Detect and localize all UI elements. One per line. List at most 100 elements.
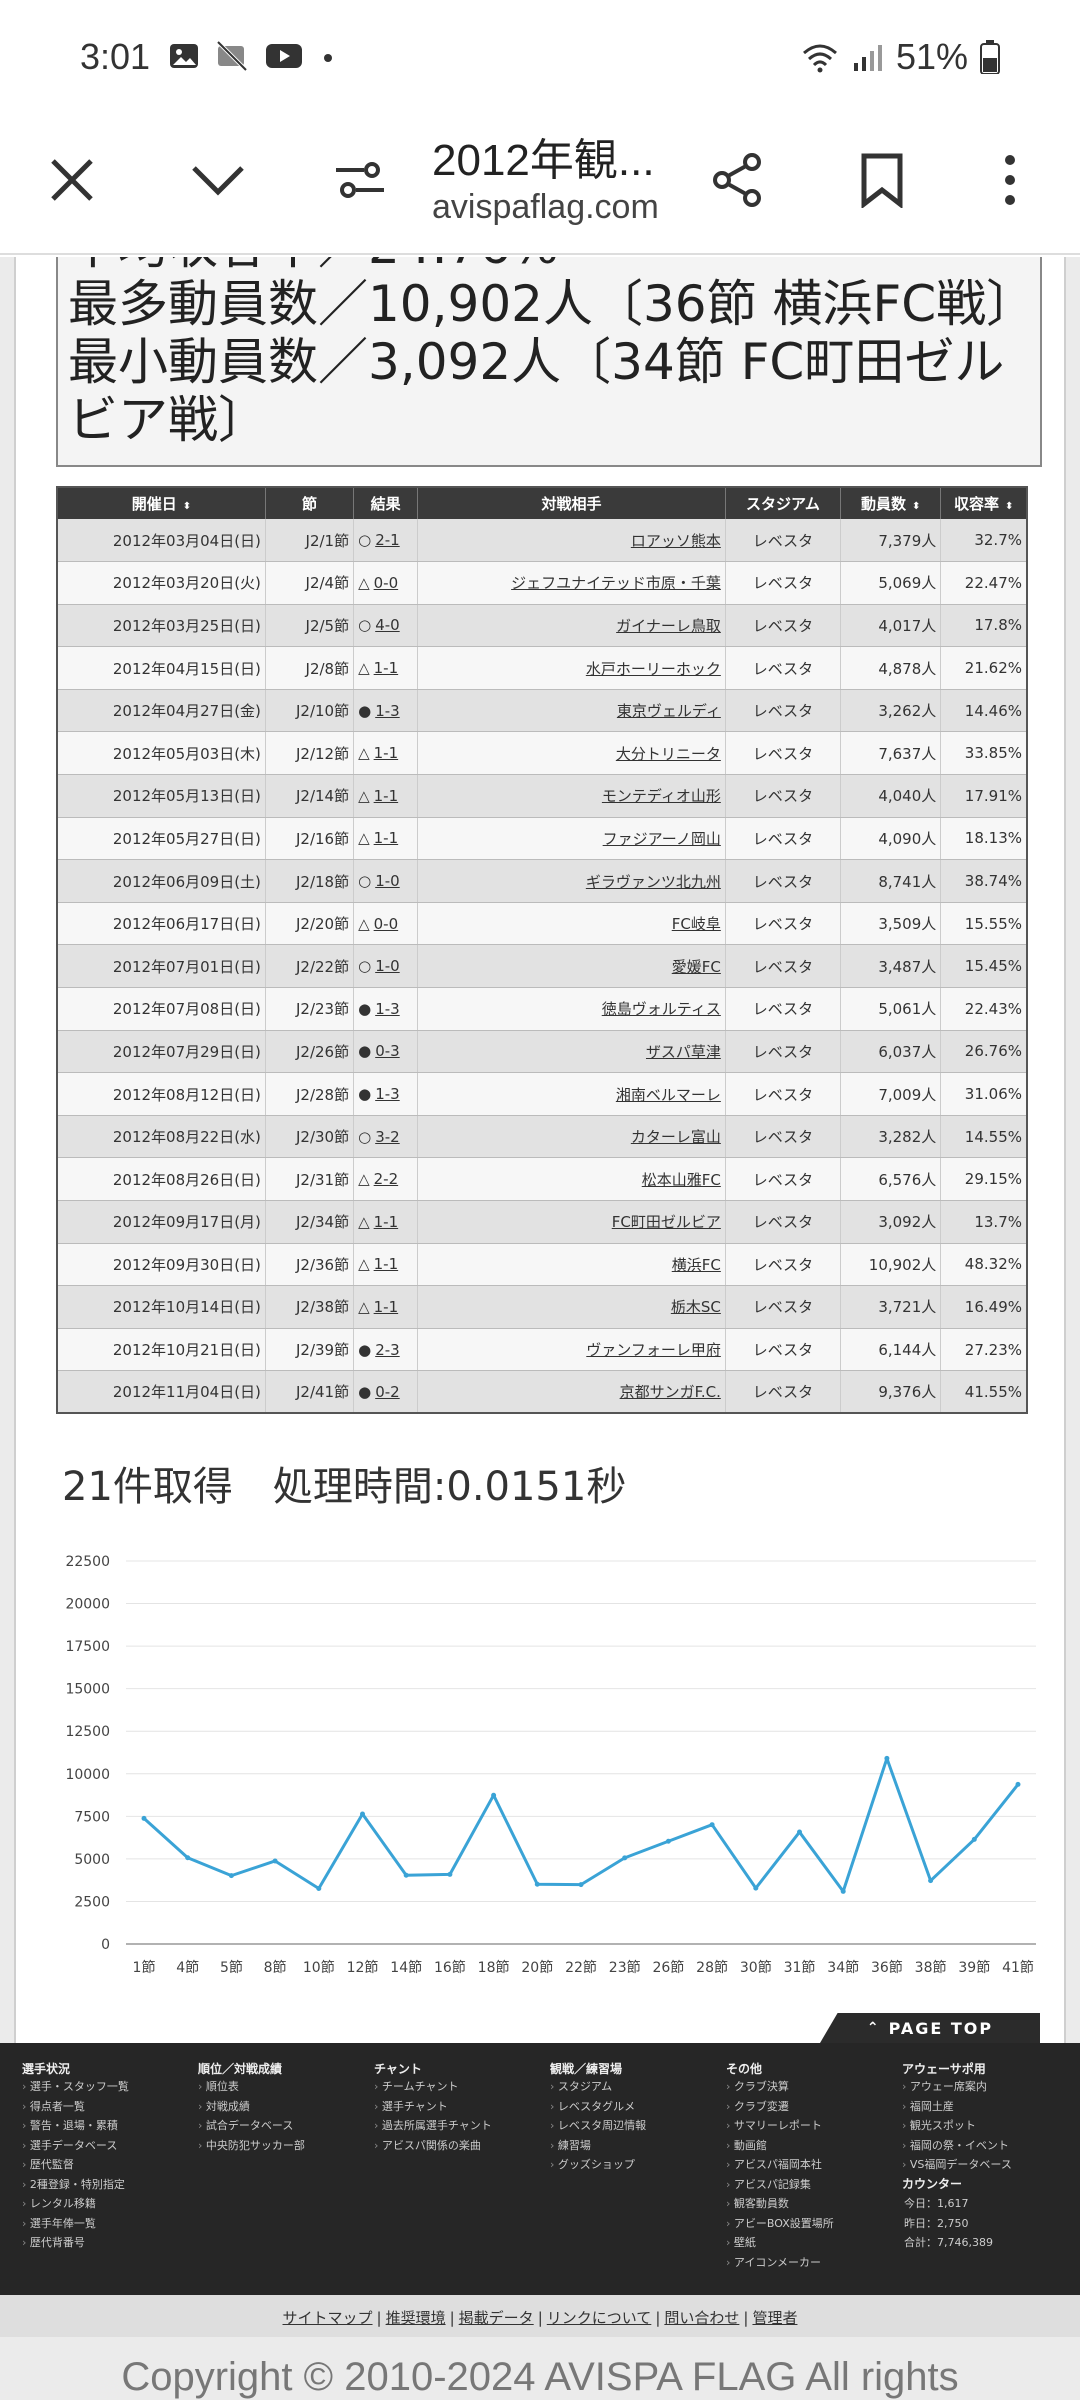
opponent-link[interactable]: ジェフユナイテッド市原・千葉 [511, 574, 721, 592]
footer-link[interactable]: レベスタ周辺情報 [550, 2116, 646, 2136]
data-point[interactable] [360, 1811, 365, 1817]
data-point[interactable] [1015, 1781, 1021, 1787]
opponent-link[interactable]: ギラヴァンツ北九州 [586, 873, 721, 891]
result-score-link[interactable]: 1-1 [374, 659, 399, 677]
footer-link[interactable]: 観客動員数 [726, 2194, 834, 2214]
data-point[interactable] [316, 1885, 322, 1891]
footer-link[interactable]: アビスパ記録集 [726, 2175, 834, 2195]
footer-link[interactable]: 歴代背番号 [22, 2233, 129, 2253]
footer-link[interactable]: アビスパ関係の楽曲 [374, 2136, 492, 2156]
opponent-link[interactable]: 東京ヴェルディ [617, 702, 721, 720]
footer-link[interactable]: 福岡の祭・イベント [902, 2136, 1012, 2156]
footer-link[interactable]: グッズショップ [550, 2155, 646, 2175]
result-score-link[interactable]: 1-1 [374, 1298, 399, 1316]
result-score-link[interactable]: 1-3 [375, 1000, 400, 1018]
result-score-link[interactable]: 0-3 [375, 1042, 400, 1060]
opponent-link[interactable]: 愛媛FC [672, 958, 721, 976]
result-score-link[interactable]: 1-0 [375, 957, 400, 975]
header-rate[interactable]: 収容率 ⬍ [940, 487, 1028, 519]
result-score-link[interactable]: 0-0 [374, 574, 399, 592]
data-point[interactable] [840, 1888, 846, 1894]
data-point[interactable] [753, 1885, 759, 1891]
footer-link[interactable]: クラブ変遷 [726, 2097, 834, 2117]
more-options-icon[interactable] [970, 140, 1050, 220]
result-score-link[interactable]: 1-1 [374, 1255, 399, 1273]
page-settings-icon[interactable] [320, 140, 400, 220]
opponent-link[interactable]: 横浜FC [672, 1256, 721, 1274]
opponent-link[interactable]: 京都サンガF.C. [620, 1383, 721, 1401]
opponent-link[interactable]: 大分トリニータ [616, 745, 721, 763]
result-score-link[interactable]: 1-1 [374, 744, 399, 762]
footer-link[interactable]: 選手チャント [374, 2097, 492, 2117]
opponent-link[interactable]: ザスパ草津 [646, 1043, 721, 1061]
opponent-link[interactable]: FC岐阜 [672, 915, 721, 933]
footer-link[interactable]: 歴代監督 [22, 2155, 129, 2175]
opponent-link[interactable]: ファジアーノ岡山 [603, 830, 721, 848]
data-point[interactable] [797, 1829, 802, 1835]
footer-link[interactable]: 警告・退場・累積 [22, 2116, 129, 2136]
result-score-link[interactable]: 1-3 [375, 1085, 400, 1103]
opponent-link[interactable]: 徳島ヴォルティス [602, 1000, 721, 1018]
data-point[interactable] [534, 1881, 540, 1887]
footer-link[interactable]: 選手・スタッフ一覧 [22, 2077, 129, 2097]
data-point[interactable] [447, 1871, 453, 1877]
result-score-link[interactable]: 4-0 [375, 616, 400, 634]
footer-link[interactable]: サマリーレポート [726, 2116, 834, 2136]
result-score-link[interactable]: 1-3 [375, 702, 400, 720]
footer-link[interactable]: アビーBOX設置場所 [726, 2214, 834, 2234]
opponent-link[interactable]: ガイナーレ鳥取 [616, 617, 721, 635]
footer-link[interactable]: 練習場 [550, 2136, 646, 2156]
footer-link[interactable]: 観光スポット [902, 2116, 1012, 2136]
header-date[interactable]: 開催日 ⬍ [57, 487, 266, 519]
footer-bottom-link[interactable]: リンクについて [547, 2309, 652, 2327]
footer-link[interactable]: クラブ決算 [726, 2077, 834, 2097]
footer-link[interactable]: スタジアム [550, 2077, 646, 2097]
data-point[interactable] [884, 1755, 890, 1761]
footer-link[interactable]: 得点者一覧 [22, 2097, 129, 2117]
result-score-link[interactable]: 2-2 [374, 1170, 399, 1188]
footer-link[interactable]: 選手データベース [22, 2136, 129, 2156]
page-top-button[interactable]: ⌃ PAGE TOP [820, 2013, 1040, 2043]
chevron-down-icon[interactable] [178, 140, 258, 220]
footer-link[interactable]: 2種登録・特別指定 [22, 2175, 129, 2195]
data-point[interactable] [928, 1878, 934, 1884]
data-point[interactable] [578, 1882, 584, 1888]
footer-link[interactable]: 中央防犯サッカー部 [198, 2136, 305, 2156]
result-score-link[interactable]: 2-1 [375, 531, 400, 549]
opponent-link[interactable]: 水戸ホーリーホック [586, 660, 721, 678]
data-point[interactable] [141, 1815, 147, 1821]
result-score-link[interactable]: 1-0 [375, 872, 400, 890]
footer-link[interactable]: 過去所属選手チャント [374, 2116, 492, 2136]
footer-link[interactable]: レンタル移籍 [22, 2194, 129, 2214]
data-point[interactable] [403, 1872, 409, 1878]
footer-link[interactable]: 対戦成績 [198, 2097, 305, 2117]
share-icon[interactable] [698, 140, 778, 220]
page-url[interactable]: avispaflag.com [432, 188, 659, 227]
opponent-link[interactable]: ロアッソ熊本 [631, 532, 721, 550]
close-icon[interactable] [32, 140, 112, 220]
footer-link[interactable]: VS福岡データベース [902, 2155, 1012, 2175]
footer-bottom-link[interactable]: 問い合わせ [664, 2309, 739, 2327]
result-score-link[interactable]: 1-1 [374, 829, 399, 847]
opponent-link[interactable]: 栃木SC [671, 1298, 721, 1316]
result-score-link[interactable]: 3-2 [375, 1128, 400, 1146]
result-score-link[interactable]: 0-0 [374, 915, 399, 933]
data-point[interactable] [622, 1855, 628, 1861]
bookmark-icon[interactable] [842, 140, 922, 220]
footer-link[interactable]: 壁紙 [726, 2233, 834, 2253]
opponent-link[interactable]: 湘南ベルマーレ [616, 1086, 721, 1104]
data-point[interactable] [228, 1873, 234, 1879]
footer-bottom-link[interactable]: 管理者 [752, 2309, 797, 2327]
opponent-link[interactable]: カターレ富山 [631, 1128, 721, 1146]
footer-link[interactable]: 動画館 [726, 2136, 834, 2156]
data-point[interactable] [185, 1855, 191, 1861]
data-point[interactable] [272, 1858, 278, 1864]
footer-bottom-link[interactable]: サイトマップ [283, 2309, 373, 2327]
result-score-link[interactable]: 1-1 [374, 1213, 399, 1231]
footer-link[interactable]: チームチャント [374, 2077, 492, 2097]
result-score-link[interactable]: 0-2 [375, 1383, 400, 1401]
opponent-link[interactable]: モンテディオ山形 [602, 787, 721, 805]
footer-link[interactable]: 順位表 [198, 2077, 305, 2097]
footer-link[interactable]: アウェー席案内 [902, 2077, 1012, 2097]
footer-link[interactable]: 選手年俸一覧 [22, 2214, 129, 2234]
